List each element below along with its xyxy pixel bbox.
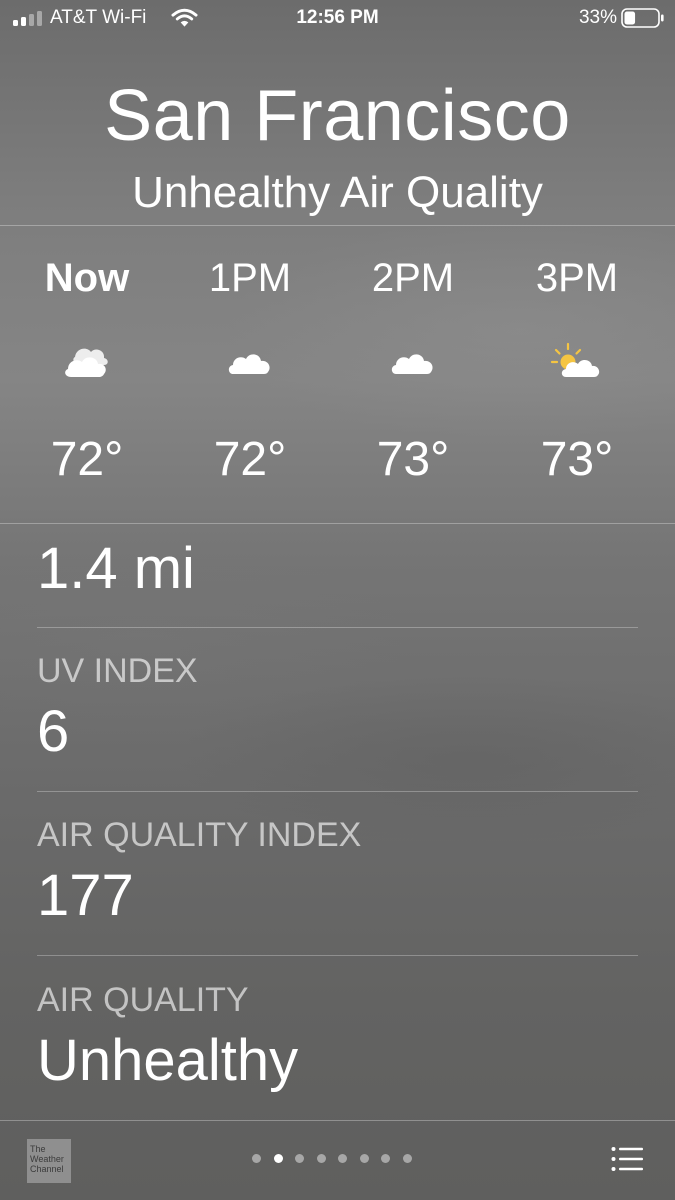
detail-divider [37,791,638,792]
air-quality-index-label: AIR QUALITY INDEX [37,816,362,854]
hour-label: 1PM [208,256,292,300]
city-name: San Francisco [104,76,571,156]
hourly-divider [0,523,675,524]
hour-label: 3PM [535,256,619,300]
page-indicator[interactable] [252,1154,432,1166]
detail-divider [37,627,638,628]
cloud-icon [228,354,270,374]
hour-temperature: 73° [540,433,614,486]
hourly-item-3pm: 3PM 73° [495,226,659,523]
detail-divider [37,955,638,956]
air-quality-label: AIR QUALITY [37,981,249,1019]
cloud-icon [391,354,433,374]
page-dot[interactable] [295,1154,304,1163]
status-time: 12:56 PM [296,7,379,28]
hourly-item-1pm: 1PM 72° [168,226,332,523]
air-quality-value: Unhealthy [37,1028,299,1093]
page-dot[interactable] [338,1154,347,1163]
battery-percentage: 33% [578,7,617,28]
uv-index-value: 6 [37,699,70,764]
the-weather-channel-logo[interactable]: The Weather Channel [27,1139,71,1183]
hour-temperature: 72° [50,433,124,486]
page-dot[interactable] [402,1154,412,1163]
page-dot[interactable] [381,1154,390,1163]
page-dot[interactable] [252,1154,261,1163]
battery-fill [624,11,636,25]
current-condition: Unhealthy Air Quality [132,168,543,217]
page-dot[interactable] [273,1154,283,1163]
air-quality-index-value: 177 [37,863,134,928]
uv-index-label: UV INDEX [37,652,198,690]
page-dot[interactable] [316,1154,326,1163]
hour-temperature: 72° [213,433,287,486]
footer-toolbar: The Weather Channel [0,1121,675,1200]
status-bar: AT&T Wi-Fi 12:56 PM 33% [0,0,675,38]
hourly-forecast[interactable]: Now 72° 1PM 72° 2PM 73° 3PM 73° [0,226,675,523]
partly-sunny-icon [550,342,600,377]
list-icon[interactable] [611,1146,643,1172]
hourly-item-now: Now 72° [5,226,169,523]
hour-label: 2PM [371,256,455,300]
hourly-item-2pm: 2PM 73° [331,226,495,523]
hour-label: Now [44,256,130,300]
battery-icon [621,8,664,28]
page-dot[interactable] [359,1154,369,1163]
visibility-value: 1.4 mi [37,536,195,601]
mostly-cloudy-icon [65,348,108,377]
hour-temperature: 73° [376,433,450,486]
